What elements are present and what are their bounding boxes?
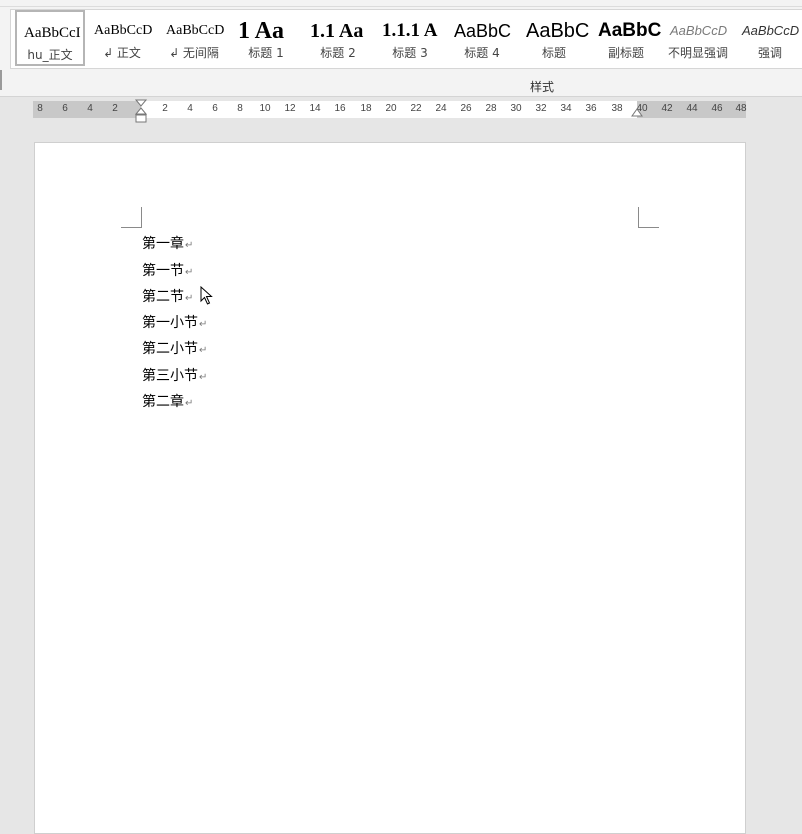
styles-gallery: AaBbCcI hu_正文 AaBbCcD ↲ 正文 AaBbCcD ↲ 无间隔… (10, 9, 802, 69)
crop-mark-top-left (121, 207, 142, 228)
style-preview: AaBbCcD (742, 23, 800, 38)
document-paragraph[interactable]: 第二节↵ (142, 287, 193, 307)
style-heading-1[interactable]: 1 Aa 标题 1 (231, 10, 301, 66)
ruler-tick-label: 14 (309, 103, 321, 114)
ruler-tick-label: 6 (62, 103, 68, 114)
paragraph-text: 第二节 (142, 289, 184, 305)
paragraph-mark-icon: ↵ (185, 267, 194, 278)
style-preview: 1.1 Aa (310, 20, 364, 42)
style-preview: AaBbC (454, 21, 512, 41)
ruler-tick-label: 24 (435, 103, 447, 114)
styles-group-label: 样式 (530, 80, 555, 94)
paragraph-text: 第一章 (142, 236, 184, 252)
paragraph-mark-icon: ↵ (199, 345, 208, 356)
document-paragraph[interactable]: 第二章↵ (142, 392, 193, 412)
ruler-tick-label: 32 (535, 103, 547, 114)
document-paragraph[interactable]: 第一章↵ (142, 234, 193, 254)
style-preview: 1 Aa (238, 18, 285, 44)
document-paragraph[interactable]: 第三小节↵ (142, 366, 207, 386)
style-emphasis[interactable]: AaBbCcD 强调 (735, 10, 802, 66)
style-hu-zhengwen[interactable]: AaBbCcI hu_正文 (15, 10, 85, 66)
ruler-tick-label: 8 (237, 103, 243, 114)
document-page[interactable]: 第一章↵ 第一节↵ 第二节↵ 第一小节↵ 第二小节↵ 第三小节↵ 第二章↵ (34, 142, 746, 834)
ruler-tick-label: 44 (686, 103, 698, 114)
paragraph-mark-icon: ↵ (185, 293, 194, 304)
style-subtitle[interactable]: AaBbC 副标题 (591, 10, 661, 66)
crop-mark-top-right (638, 207, 659, 228)
mouse-pointer-icon (200, 286, 213, 305)
ruler-tick-label: 42 (661, 103, 673, 114)
style-name: 不明显强调 (667, 46, 728, 60)
paragraph-text: 第三小节 (142, 368, 198, 384)
ruler-tick-label: 34 (560, 103, 572, 114)
style-preview: AaBbC (598, 20, 661, 41)
style-no-spacing[interactable]: AaBbCcD ↲ 无间隔 (159, 10, 229, 66)
ruler-tick-label: 6 (212, 103, 218, 114)
ruler-tick-label: 10 (259, 103, 271, 114)
ruler-tick-label: 18 (360, 103, 372, 114)
style-name: hu_正文 (27, 48, 73, 62)
ruler-tick-label: 2 (112, 103, 118, 114)
paragraph-text: 第一小节 (142, 315, 198, 331)
ruler-tick-label: 8 (37, 103, 43, 114)
style-zhengwen[interactable]: AaBbCcD ↲ 正文 (87, 10, 157, 66)
document-paragraph[interactable]: 第一节↵ (142, 261, 193, 281)
paragraph-mark-icon: ↵ (185, 240, 194, 251)
style-name: 标题 3 (392, 46, 428, 60)
ruler-tick-label: 30 (510, 103, 522, 114)
paragraph-text: 第二小节 (142, 341, 198, 357)
ruler-tick-label: 26 (460, 103, 472, 114)
right-indent-marker-icon[interactable] (631, 108, 643, 120)
style-heading-4[interactable]: AaBbC 标题 4 (447, 10, 517, 66)
ruler-tick-label: 16 (334, 103, 346, 114)
ruler-tick-label: 20 (385, 103, 397, 114)
style-preview: AaBbCcD (94, 23, 153, 38)
style-name: 标题 4 (464, 46, 500, 60)
paragraph-mark-icon: ↵ (199, 319, 208, 330)
paragraph-text: 第二章 (142, 394, 184, 410)
style-name: 标题 2 (320, 46, 356, 60)
paragraph-mark-icon: ↵ (185, 398, 194, 409)
style-name: 强调 (757, 46, 782, 60)
indent-marker-icon[interactable] (135, 99, 147, 125)
ruler-tick-label: 38 (611, 103, 623, 114)
style-title[interactable]: AaBbC 标题 (519, 10, 589, 66)
ruler-tick-label: 4 (87, 103, 93, 114)
ruler-tick-label: 4 (187, 103, 193, 114)
document-paragraph[interactable]: 第二小节↵ (142, 339, 207, 359)
style-name: 标题 1 (248, 46, 284, 60)
style-name: 标题 (541, 46, 566, 60)
ribbon-top-border (0, 0, 802, 7)
style-name: ↲ 无间隔 (169, 46, 219, 60)
ruler-tick-label: 22 (410, 103, 422, 114)
style-name: 副标题 (607, 46, 644, 60)
ruler-tick-label: 48 (735, 103, 747, 114)
paragraph-mark-icon: ↵ (199, 372, 208, 383)
paragraph-text: 第一节 (142, 263, 184, 279)
ruler-tick-label: 28 (485, 103, 497, 114)
ruler-tick-label: 46 (711, 103, 723, 114)
ribbon: AaBbCcI hu_正文 AaBbCcD ↲ 正文 AaBbCcD ↲ 无间隔… (0, 0, 802, 97)
ruler-tick-label: 36 (585, 103, 597, 114)
ruler-tick-label: 2 (162, 103, 168, 114)
style-preview: 1.1.1 A (382, 20, 438, 41)
style-heading-2[interactable]: 1.1 Aa 标题 2 (303, 10, 373, 66)
ribbon-left-edge (0, 70, 2, 90)
style-preview: AaBbCcD (166, 23, 225, 38)
style-preview: AaBbCcI (24, 25, 81, 41)
style-name: ↲ 正文 (103, 46, 141, 60)
ruler-tick-label: 12 (284, 103, 296, 114)
horizontal-ruler[interactable]: 8 6 4 2 2 4 6 8 10 12 14 16 18 20 22 24 … (33, 99, 747, 123)
document-paragraph[interactable]: 第一小节↵ (142, 313, 207, 333)
style-preview: AaBbCcD (670, 23, 728, 38)
style-heading-3[interactable]: 1.1.1 A 标题 3 (375, 10, 445, 66)
style-subtle-emphasis[interactable]: AaBbCcD 不明显强调 (663, 10, 733, 66)
style-preview: AaBbC (526, 20, 589, 42)
